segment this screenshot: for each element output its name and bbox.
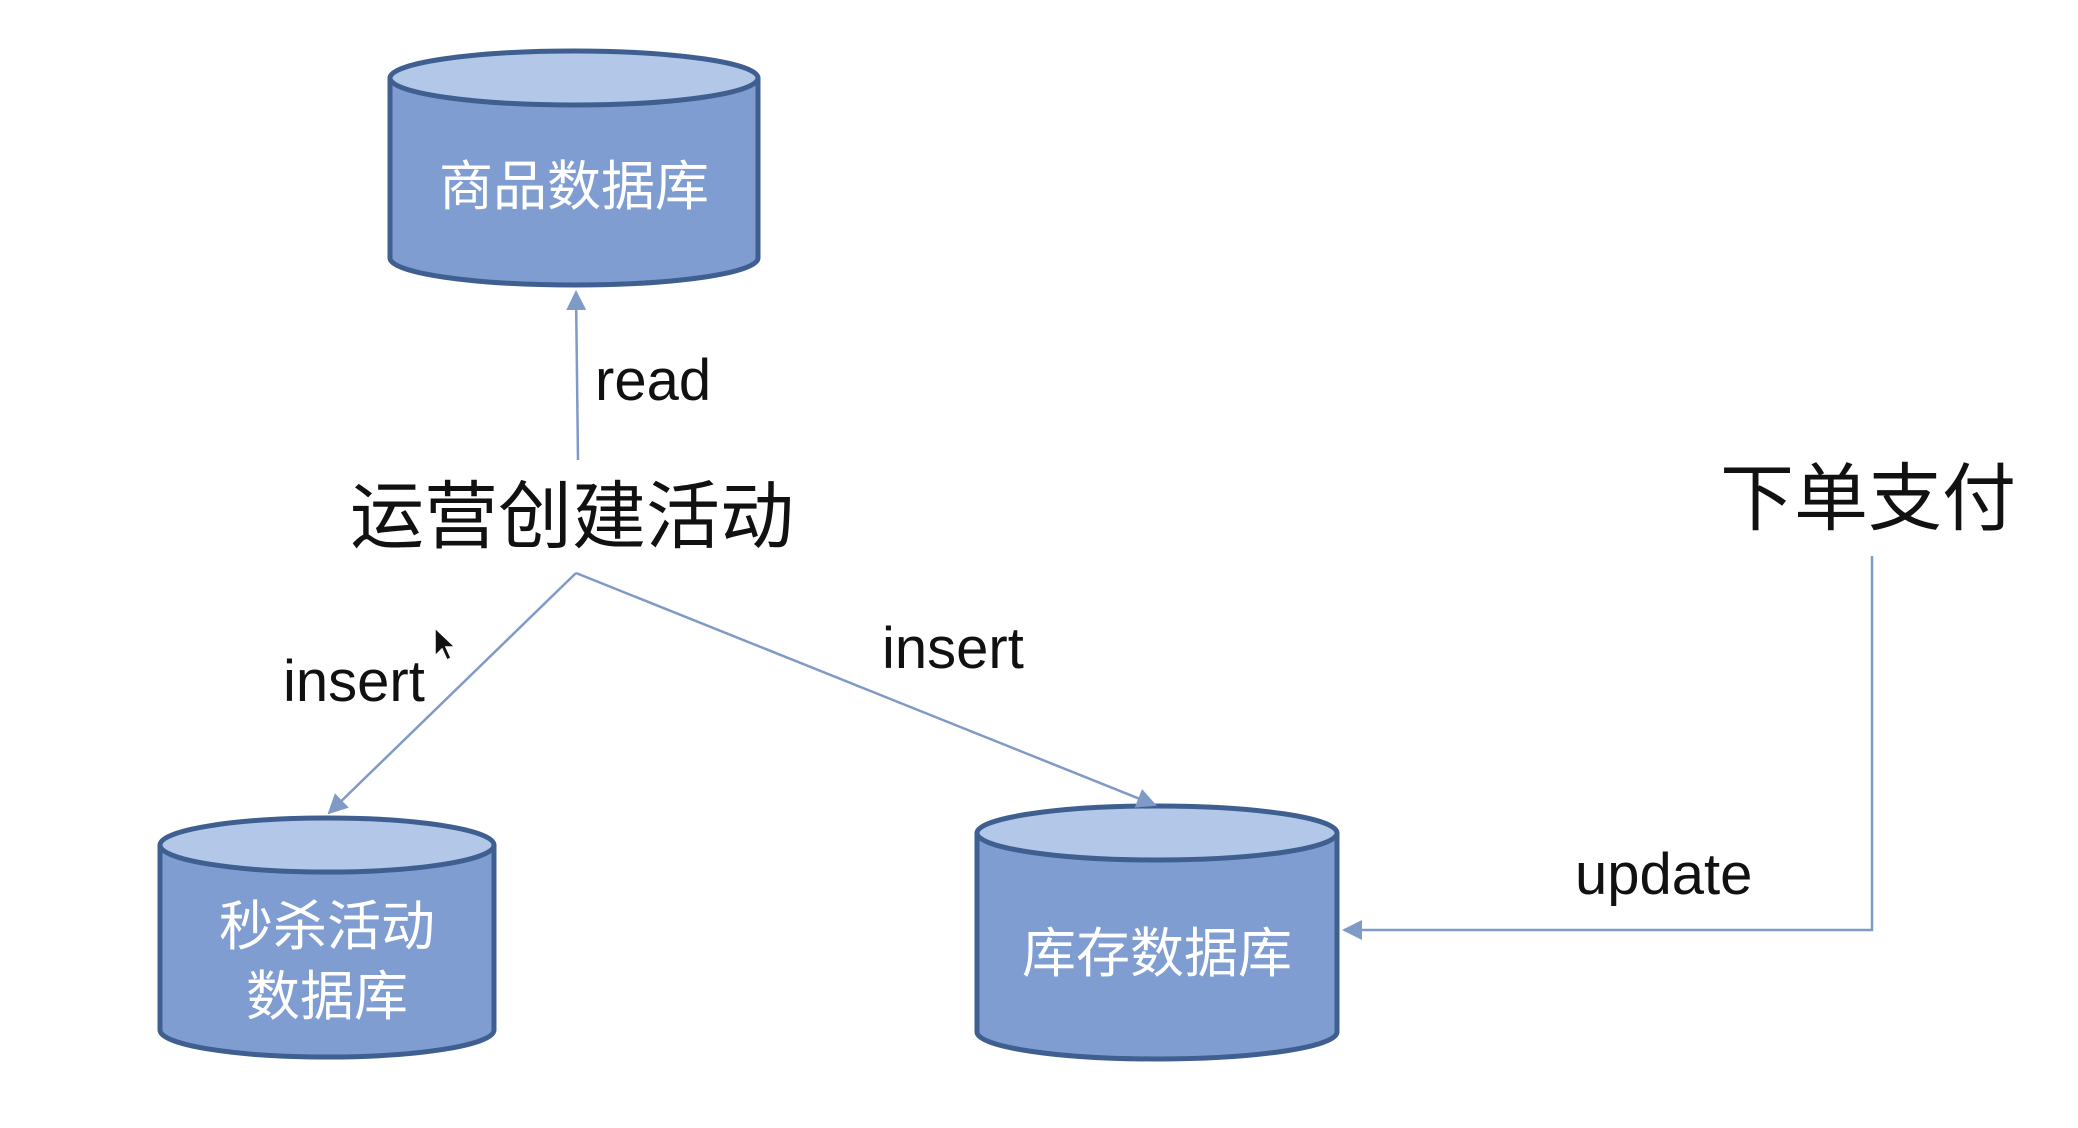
seckill-db-label-line2: 数据库 xyxy=(246,965,408,1028)
seckill-db-label-line1: 秒杀活动 xyxy=(219,895,435,958)
insert-right-edge xyxy=(575,571,1157,808)
update-edge-label: update xyxy=(1575,842,1753,907)
diagram-canvas: 商品数据库 运营创建活动 下单支付 秒杀活动 数据库 库存数据库 read in… xyxy=(0,0,2078,1128)
insert-left-edge-label: insert xyxy=(283,649,425,714)
order-payment-label: 下单支付 xyxy=(1720,456,2016,542)
cursor-arrow-icon xyxy=(434,626,457,662)
ops-create-activity-label: 运营创建活动 xyxy=(350,474,794,560)
product-db-label: 商品数据库 xyxy=(439,155,709,218)
read-edge xyxy=(566,290,587,461)
inventory-db-label: 库存数据库 xyxy=(1022,922,1292,985)
read-edge-label: read xyxy=(595,348,712,413)
insert-right-edge-label: insert xyxy=(882,616,1024,681)
